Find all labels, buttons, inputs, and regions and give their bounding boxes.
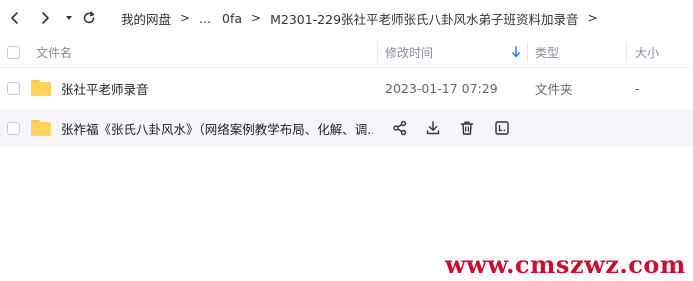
file-size: - xyxy=(635,80,640,96)
file-list-header: 文件名 修改时间 类型 大小 xyxy=(0,36,693,68)
table-row[interactable]: 张社平老师录音 2023-01-17 07:29 文件夹 - xyxy=(0,69,693,107)
share-button[interactable] xyxy=(391,119,409,137)
column-header-type[interactable]: 类型 xyxy=(535,36,559,68)
file-name[interactable]: 张祚福《张氏八卦风水》（网络案例教学布局、化解、调... xyxy=(61,109,373,147)
download-button[interactable] xyxy=(424,119,442,137)
history-dropdown-button[interactable] xyxy=(60,9,78,27)
row-checkbox[interactable] xyxy=(7,81,20,95)
folder-icon xyxy=(31,120,51,136)
chevron-left-icon xyxy=(11,12,18,24)
download-icon xyxy=(426,121,440,135)
breadcrumb-separator: > xyxy=(587,11,598,25)
column-header-modified[interactable]: 修改时间 xyxy=(385,36,525,68)
caret-down-icon xyxy=(66,16,72,20)
column-header-size[interactable]: 大小 xyxy=(635,36,659,68)
refresh-icon xyxy=(83,11,95,24)
watermark-text: www.cmszwz.com xyxy=(445,250,686,279)
breadcrumb-separator: > xyxy=(180,11,191,25)
more-icon xyxy=(495,121,509,135)
trash-icon xyxy=(460,121,474,135)
share-icon xyxy=(393,120,407,136)
breadcrumb: 我的网盘 > ... 0fa > M2301-229张社平老师张氏八卦风水弟子班… xyxy=(121,9,607,27)
more-actions-button[interactable] xyxy=(493,119,511,137)
folder-icon xyxy=(31,80,51,96)
refresh-button[interactable] xyxy=(80,9,98,27)
file-modified: 2023-01-17 07:29 xyxy=(385,80,498,96)
column-divider[interactable] xyxy=(377,42,378,62)
file-name[interactable]: 张社平老师录音 xyxy=(61,69,371,107)
table-row[interactable]: 张祚福《张氏八卦风水》（网络案例教学布局、化解、调... xyxy=(0,109,693,147)
delete-button[interactable] xyxy=(458,119,476,137)
breadcrumb-item-root[interactable]: 我的网盘 xyxy=(121,9,171,28)
file-type: 文件夹 xyxy=(535,81,573,97)
column-divider[interactable] xyxy=(527,42,528,62)
column-header-name[interactable]: 文件名 xyxy=(36,36,72,68)
breadcrumb-separator: > xyxy=(251,11,262,25)
select-all-cell xyxy=(7,36,20,68)
chevron-right-icon xyxy=(42,12,49,24)
breadcrumb-item-ellipsis[interactable]: ... xyxy=(199,11,211,26)
column-divider[interactable] xyxy=(626,42,627,62)
breadcrumb-item-parent[interactable]: 0fa xyxy=(222,11,242,26)
sort-descending-icon xyxy=(512,46,520,58)
breadcrumb-item-current[interactable]: M2301-229张社平老师张氏八卦风水弟子班资料加录音 xyxy=(270,9,578,28)
toolbar: 我的网盘 > ... 0fa > M2301-229张社平老师张氏八卦风水弟子班… xyxy=(0,0,693,36)
forward-button[interactable] xyxy=(36,9,54,27)
column-header-modified-label: 修改时间 xyxy=(385,45,434,60)
back-button[interactable] xyxy=(6,9,24,27)
row-checkbox[interactable] xyxy=(7,121,20,135)
select-all-checkbox[interactable] xyxy=(7,45,20,59)
